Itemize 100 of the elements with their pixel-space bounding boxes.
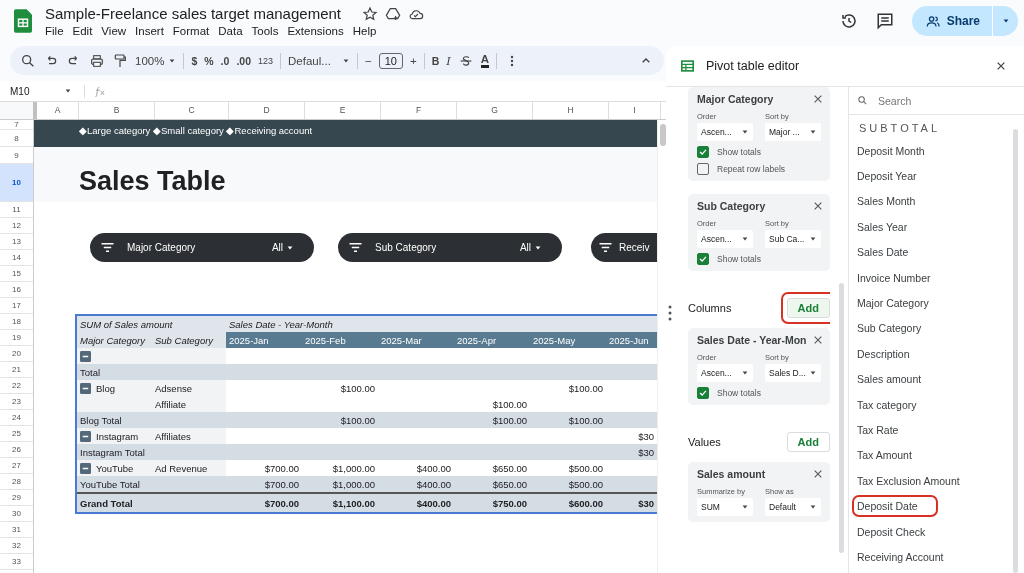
collapse-icon[interactable] xyxy=(80,382,91,394)
field-item[interactable]: Sales Year xyxy=(852,215,913,238)
field-item[interactable]: Tax category xyxy=(852,393,922,416)
checkbox[interactable] xyxy=(697,163,709,175)
close-icon[interactable] xyxy=(813,335,823,345)
decrease-decimal-button[interactable]: .0 xyxy=(220,54,230,67)
row-header[interactable]: 25 xyxy=(0,426,33,442)
row-header[interactable]: 7 xyxy=(0,120,33,130)
row-header[interactable]: 33 xyxy=(0,554,33,570)
field-item[interactable]: Sub Category xyxy=(852,317,927,340)
field-item[interactable]: Invoice Number xyxy=(852,266,936,289)
row-header[interactable]: 30 xyxy=(0,506,33,522)
column-header[interactable]: B xyxy=(79,102,155,119)
sheets-logo-icon[interactable] xyxy=(14,9,32,33)
row-header[interactable]: 15 xyxy=(0,266,33,282)
currency-format-button[interactable]: $ xyxy=(191,54,198,67)
scrollbar[interactable] xyxy=(1013,129,1018,573)
row-header[interactable]: 18 xyxy=(0,314,33,330)
row-header[interactable]: 31 xyxy=(0,522,33,538)
select-dropdown[interactable]: Default xyxy=(765,498,821,516)
scrollbar[interactable] xyxy=(839,283,844,553)
field-item[interactable]: Sales Month xyxy=(852,190,921,213)
checkbox[interactable] xyxy=(697,253,709,265)
row-header[interactable]: 21 xyxy=(0,362,33,378)
collapse-icon[interactable] xyxy=(80,462,91,474)
collapse-icon[interactable] xyxy=(80,350,91,362)
history-icon[interactable] xyxy=(839,12,858,30)
row-header[interactable]: 23 xyxy=(0,394,33,410)
select-dropdown[interactable]: Sales D... xyxy=(765,364,821,382)
column-header[interactable]: F xyxy=(381,102,457,119)
close-icon[interactable] xyxy=(813,469,823,479)
paint-format-icon[interactable] xyxy=(112,52,128,69)
increase-font-size-button[interactable]: + xyxy=(410,54,417,67)
checkbox[interactable] xyxy=(697,387,709,399)
checkbox[interactable] xyxy=(697,146,709,158)
column-header[interactable]: H xyxy=(533,102,609,119)
field-item[interactable]: Sales amount xyxy=(852,368,927,391)
row-header[interactable]: 14 xyxy=(0,250,33,266)
select-dropdown[interactable]: Ascen... xyxy=(697,230,753,248)
field-item[interactable]: Deposit Year xyxy=(852,165,922,188)
increase-decimal-button[interactable]: .00 xyxy=(236,54,251,67)
select-dropdown[interactable]: Ascen... xyxy=(697,123,753,141)
row-header[interactable]: 22 xyxy=(0,378,33,394)
menu-item[interactable]: Data xyxy=(218,25,243,37)
field-item[interactable]: Tax Amount xyxy=(852,444,917,467)
number-format-button[interactable]: 123 xyxy=(258,55,273,66)
column-header[interactable]: I xyxy=(609,102,661,119)
filter-chip[interactable]: Major Category All xyxy=(90,233,314,262)
drive-move-icon[interactable] xyxy=(385,5,401,22)
collapse-icon[interactable] xyxy=(80,430,91,442)
add-button[interactable]: Add xyxy=(786,298,830,318)
row-header[interactable]: 24 xyxy=(0,410,33,426)
zoom-dropdown[interactable]: 100% xyxy=(135,54,177,67)
column-header[interactable]: E xyxy=(305,102,381,119)
close-icon[interactable] xyxy=(996,61,1006,71)
select-dropdown[interactable]: Major ... xyxy=(765,123,821,141)
name-box[interactable]: M10 xyxy=(0,85,72,97)
menu-item[interactable]: Tools xyxy=(251,25,279,37)
close-icon[interactable] xyxy=(813,94,823,104)
scrollbar-thumb[interactable] xyxy=(660,124,666,146)
field-item[interactable]: Tax Exclusion Amount xyxy=(852,469,965,492)
percent-format-button[interactable]: % xyxy=(204,54,214,67)
search-icon[interactable] xyxy=(20,52,36,69)
row-header[interactable]: 13 xyxy=(0,234,33,250)
row-header[interactable]: 29 xyxy=(0,490,33,506)
row-header[interactable]: 32 xyxy=(0,538,33,554)
font-size-field[interactable]: 10 xyxy=(378,52,403,69)
row-header[interactable]: 16 xyxy=(0,282,33,298)
column-header[interactable]: A xyxy=(37,102,79,119)
bold-button[interactable]: B xyxy=(431,54,440,67)
column-header[interactable]: C xyxy=(155,102,229,119)
row-header[interactable]: 11 xyxy=(0,202,33,218)
column-header[interactable]: D xyxy=(229,102,305,119)
row-header[interactable]: 28 xyxy=(0,474,33,490)
drag-handle-icon[interactable] xyxy=(668,305,672,321)
menu-item[interactable]: Insert xyxy=(135,25,164,37)
print-icon[interactable] xyxy=(89,52,105,69)
field-item[interactable]: Deposit Month xyxy=(852,139,930,162)
row-header[interactable]: 8 xyxy=(0,130,33,147)
document-title[interactable]: Sample-Freelance sales target management xyxy=(45,5,341,22)
menu-item[interactable]: Format xyxy=(172,25,210,37)
add-button[interactable]: Add xyxy=(786,432,830,452)
row-header[interactable]: 12 xyxy=(0,218,33,234)
menu-item[interactable]: Help xyxy=(352,25,377,37)
menu-item[interactable]: Edit xyxy=(72,25,93,37)
filter-chip[interactable]: Sub Category All xyxy=(338,233,562,262)
filter-chip[interactable]: Receiv xyxy=(591,233,657,262)
field-item[interactable]: Tax Rate xyxy=(852,419,904,441)
select-dropdown[interactable]: Ascen... xyxy=(697,364,753,382)
menu-item[interactable]: View xyxy=(101,25,127,37)
italic-button[interactable]: I xyxy=(446,53,451,68)
row-header[interactable]: 19 xyxy=(0,330,33,346)
select-dropdown[interactable]: SUM xyxy=(697,498,753,516)
field-item[interactable]: Deposit Check xyxy=(852,520,931,543)
row-header[interactable]: 20 xyxy=(0,346,33,362)
menu-item[interactable]: Extensions xyxy=(287,25,344,37)
text-color-button[interactable]: A xyxy=(480,53,490,68)
field-item[interactable]: Receiving Account xyxy=(852,545,949,568)
close-icon[interactable] xyxy=(813,201,823,211)
menu-item[interactable]: File xyxy=(45,25,64,37)
